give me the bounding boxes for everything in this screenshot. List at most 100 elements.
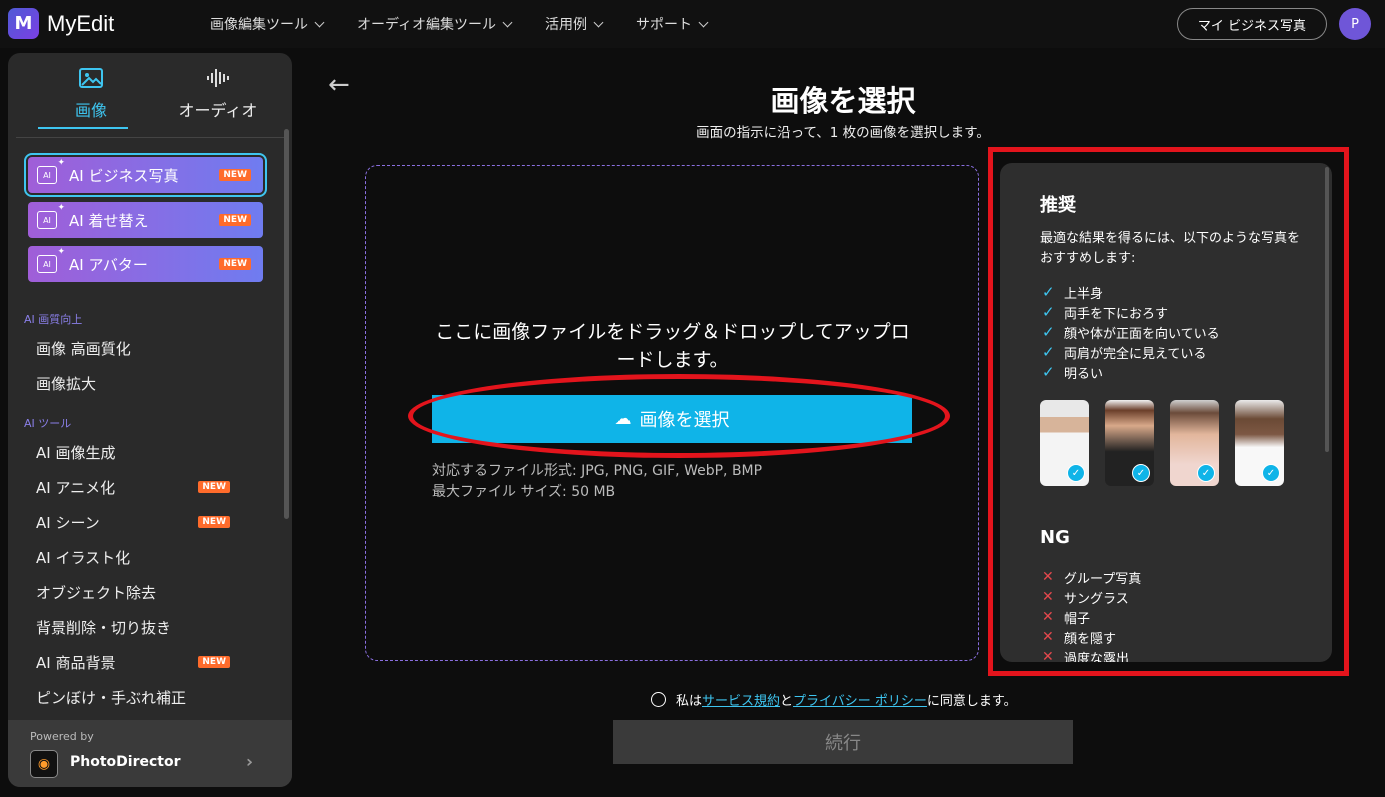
chevrons-right-icon: ››› [246,752,254,771]
ng-list: ✕ グループ写真 ✕ サングラス ✕ 帽子 ✕ 顔を隠す ✕ 過度な露出 [1042,567,1141,662]
tab-image[interactable]: 画像 [36,67,146,129]
nav-audio-tools[interactable]: オーディオ編集ツール [357,14,513,34]
panel-scrollbar[interactable] [1325,167,1329,452]
new-badge: NEW [198,516,230,528]
image-icon [79,68,103,88]
sidebar-item-label: AI 画像生成 [36,443,116,462]
nav-support[interactable]: サポート [636,14,709,34]
logo-mark: M [8,8,39,39]
back-arrow-icon[interactable]: ← [328,70,350,100]
list-item: ✕ 顔を隠す [1042,627,1141,647]
sidebar-item-label: 画像拡大 [36,374,97,393]
section-header-quality: AI 画質向上 [24,313,83,326]
sidebar-item-enhance[interactable]: 画像 高画質化 [36,337,266,359]
check-icon: ✓ [1042,303,1055,321]
cloud-upload-icon: ☁ [614,409,632,429]
list-item: ✓ 上半身 [1042,282,1220,302]
sidebar-item-label: 背景削除・切り抜き [36,618,172,637]
check-circle-icon: ✓ [1132,464,1150,482]
ai-sparkle-icon: AI [37,203,65,229]
sample-photos: ✓ ✓ ✓ ✓ [1040,400,1284,486]
logo-text: MyEdit [47,10,115,36]
sidebar-item-background-removal[interactable]: 背景削除・切り抜き [36,616,266,638]
new-badge: NEW [198,656,230,668]
new-badge: NEW [219,214,251,226]
list-item-label: サングラス [1064,591,1129,607]
agree-and: と [780,694,794,709]
nav-examples[interactable]: 活用例 [545,14,604,34]
continue-button[interactable]: 続行 [613,720,1073,764]
sidebar-item-label: AI アニメ化 [36,478,116,497]
supported-formats: 対応するファイル形式: JPG, PNG, GIF, WebP, BMP [432,463,763,479]
sample-photo: ✓ [1040,400,1089,486]
list-item: ✓ 顔や体が正面を向いている [1042,322,1220,342]
ai-business-photo-button[interactable]: AI AI ビジネス写真 NEW [24,153,267,197]
sample-photo: ✓ [1105,400,1154,486]
sidebar-item-upscale[interactable]: 画像拡大 [36,372,266,394]
nav-image-tools[interactable]: 画像編集ツール [210,14,325,34]
sample-photo: ✓ [1235,400,1284,486]
my-business-photo-button[interactable]: マイ ビジネス写真 [1177,8,1327,40]
sidebar-tabs: 画像 オーディオ [8,53,292,131]
sidebar-item-anime[interactable]: AI アニメ化 NEW [36,476,266,498]
check-icon: ✓ [1042,343,1055,361]
sidebar-item-illustration[interactable]: AI イラスト化 [36,546,266,568]
list-item: ✕ 帽子 [1042,607,1141,627]
sidebar-item-label: ピンぼけ・手ぶれ補正 [36,688,187,707]
powered-by-label: Powered by [30,730,94,743]
powered-by-banner[interactable]: Powered by ◉ PhotoDirector ››› [8,720,292,787]
max-file-size: 最大ファイル サイズ: 50 MB [432,484,616,500]
sidebar-item-object-removal[interactable]: オブジェクト除去 [36,581,266,603]
ai-outfit-change-button[interactable]: AI AI 着せ替え NEW [28,202,263,238]
avatar[interactable]: P [1339,8,1371,40]
list-item-label: グループ写真 [1064,571,1142,587]
ai-sparkle-icon: AI [37,247,65,273]
ai-button-label: AI ビジネス写真 [69,166,179,185]
sidebar-item-deblur[interactable]: ピンぼけ・手ぶれ補正 [36,686,266,708]
agree-suffix: に同意します。 [926,694,1017,709]
tab-label: オーディオ [178,101,258,120]
chevron-down-icon [593,17,604,27]
sidebar-item-label: オブジェクト除去 [36,583,157,602]
sidebar-scrollbar[interactable] [284,129,289,519]
check-icon: ✓ [1042,283,1055,301]
sidebar-item-label: AI 商品背景 [36,653,116,672]
nav-label: 画像編集ツール [210,17,308,33]
agreement-row: 私は サービス規約 と プライバシー ポリシー に同意します。 [651,690,1017,709]
recommend-title: 推奨 [1040,195,1076,216]
cross-icon: ✕ [1042,569,1054,585]
top-bar: M MyEdit 画像編集ツール オーディオ編集ツール 活用例 サポート マイ … [0,0,1385,48]
sidebar: 画像 オーディオ AI AI ビジネス写真 NEW AI AI 着せ替え NEW… [8,53,292,787]
list-item-label: 上半身 [1064,286,1104,302]
sidebar-item-scene[interactable]: AI シーン NEW [36,511,266,533]
sidebar-item-generate[interactable]: AI 画像生成 [36,441,266,463]
sidebar-item-label: AI シーン [36,513,100,532]
ng-title: NG [1040,527,1070,548]
ai-avatar-button[interactable]: AI AI アバター NEW [28,246,263,282]
list-item-label: 顔や体が正面を向いている [1064,326,1220,342]
check-circle-icon: ✓ [1197,464,1215,482]
agree-prefix: 私は [676,694,703,709]
terms-link[interactable]: サービス規約 [702,690,780,709]
privacy-link[interactable]: プライバシー ポリシー [793,690,927,709]
recommendation-panel: 推奨 最適な結果を得るには、以下のような写真をおすすめします: ✓ 上半身 ✓ 両手… [1000,163,1332,662]
list-item: ✕ 過度な露出 [1042,647,1141,662]
sidebar-item-product-background[interactable]: AI 商品背景 NEW [36,651,266,673]
check-circle-icon: ✓ [1067,464,1085,482]
sidebar-item-label: 画像 高画質化 [36,339,131,358]
page-subtitle: 画面の指示に沿って、1 枚の画像を選択します。 [696,125,990,141]
list-item: ✓ 両手を下におろす [1042,302,1220,322]
section-header-tools: AI ツール [24,417,72,430]
ai-button-label: AI アバター [69,255,148,274]
agree-radio[interactable] [651,692,666,707]
list-item-label: 帽子 [1064,611,1091,627]
cross-icon: ✕ [1042,609,1054,625]
drop-instructions: ここに画像ファイルをドラッグ＆ドロップしてアップロードします。 [435,321,910,371]
list-item: ✕ サングラス [1042,587,1141,607]
logo[interactable]: M MyEdit [8,8,114,39]
divider [16,137,284,138]
list-item-label: 過度な露出 [1064,651,1130,663]
chevron-down-icon [502,17,513,27]
tab-audio[interactable]: オーディオ [163,67,273,121]
select-image-button[interactable]: ☁ 画像を選択 [432,395,912,443]
